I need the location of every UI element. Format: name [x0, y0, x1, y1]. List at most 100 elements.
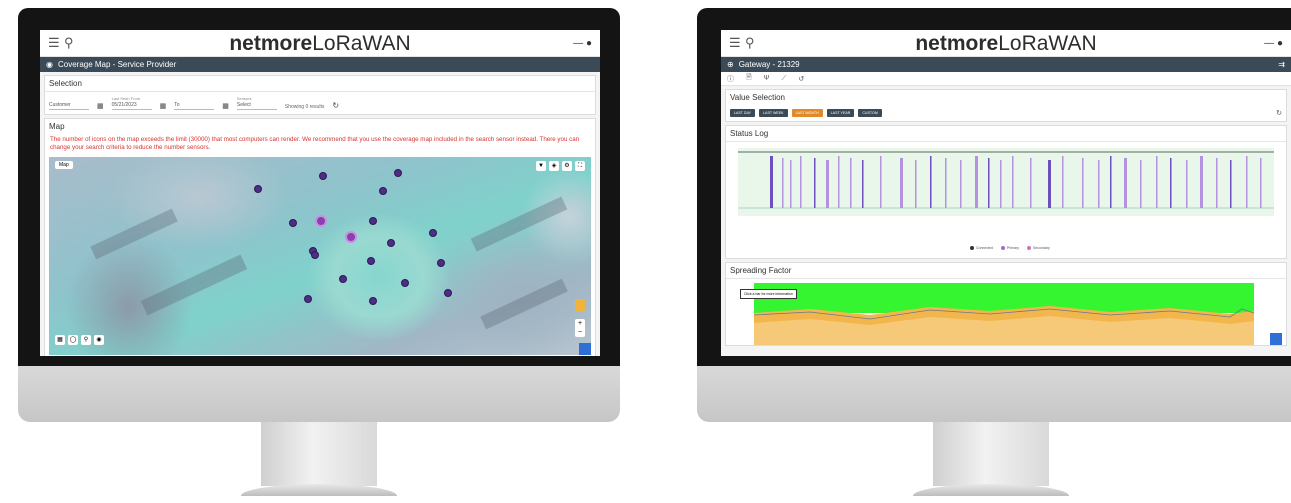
user-menu[interactable]: — ● [1264, 38, 1283, 49]
terrain-ridge [140, 254, 248, 316]
corner-action-button[interactable] [1270, 333, 1282, 345]
map-type-label: Map [59, 162, 69, 168]
terrain-ridge [90, 208, 178, 260]
map-type-button[interactable]: Map [55, 161, 73, 169]
status-bar [1140, 160, 1142, 208]
status-bar [988, 158, 990, 208]
zoom-control[interactable]: + − [575, 319, 585, 337]
sensor-marker[interactable] [289, 219, 297, 227]
status-bar [1048, 160, 1051, 208]
customer-select[interactable]: Customer [49, 96, 89, 110]
refresh-icon[interactable]: ↻ [332, 101, 339, 110]
layers-icon[interactable]: ◈ [549, 161, 559, 171]
monitor-chin [18, 366, 620, 422]
status-bar [826, 160, 829, 208]
history-tab-icon[interactable]: ↺ [798, 75, 804, 83]
sensor-marker[interactable] [369, 297, 377, 305]
sensor-marker-cluster[interactable] [315, 215, 327, 227]
sensor-marker[interactable] [254, 185, 262, 193]
search-icon[interactable]: ⚲ [64, 35, 80, 51]
customer-value: Customer [49, 102, 89, 110]
menu-icon[interactable]: ☰ [729, 35, 745, 51]
fullscreen-icon[interactable]: ⛶ [575, 161, 585, 171]
zoom-in-button[interactable]: + [575, 319, 585, 328]
sensor-marker[interactable] [437, 259, 445, 267]
to-date-field[interactable]: To [174, 96, 215, 110]
info-tab-icon[interactable]: ⓘ [727, 74, 734, 84]
sensor-marker[interactable] [379, 187, 387, 195]
sensor-marker[interactable] [444, 289, 452, 297]
chart-tab-icon[interactable]: ⟋ [782, 75, 787, 83]
last-month-button[interactable]: LAST MONTH [791, 109, 823, 117]
user-menu[interactable]: — ● [573, 38, 592, 49]
status-bar [900, 158, 903, 208]
status-bar [1170, 158, 1172, 208]
sensor-marker[interactable] [311, 251, 319, 259]
search-icon[interactable]: ⚲ [745, 35, 761, 51]
last-seen-from-field[interactable]: Last Seen From 05/21/2023 [111, 96, 152, 110]
legend-primary: Primary [1000, 246, 1019, 250]
selection-row: Customer ▦ Last Seen From 05/21/2023 ▦ T… [45, 92, 595, 114]
status-bar [1000, 160, 1002, 208]
pin-icon[interactable]: ⚲ [81, 335, 91, 345]
sensor-marker-cluster[interactable] [345, 231, 357, 243]
spreading-factor-heading: Spreading Factor [726, 263, 1286, 279]
status-bar [1156, 156, 1158, 208]
legend-secondary-label: Secondary [1033, 245, 1050, 250]
user-name: — [1264, 37, 1277, 49]
zoom-out-button[interactable]: − [575, 328, 585, 337]
status-bar [1012, 156, 1014, 208]
location-icon[interactable]: ◉ [94, 335, 104, 345]
sensor-marker[interactable] [401, 279, 409, 287]
sensor-marker[interactable] [339, 275, 347, 283]
sensor-marker[interactable] [319, 172, 327, 180]
user-icon: ● [585, 37, 592, 49]
status-bar [800, 156, 802, 208]
sensor-marker[interactable] [429, 229, 437, 237]
sensor-marker[interactable] [369, 217, 377, 225]
titlebar-menu-icon[interactable]: ⇉ [1278, 60, 1285, 69]
settings-icon[interactable]: ⚙ [562, 161, 572, 171]
sensor-marker[interactable] [367, 257, 375, 265]
brand-logo: netmoreLoRaWAN [915, 32, 1096, 56]
sensor-marker[interactable] [387, 239, 395, 247]
legend-secondary: Secondary [1027, 246, 1050, 250]
status-bar [1098, 160, 1100, 208]
results-toggle[interactable]: Showing 0 results [285, 104, 324, 110]
status-bar [880, 156, 882, 208]
coverage-map[interactable]: Map ▼ ◈ ⚙ ⛶ + − ▦ ◯ ⚲ ◉ [49, 157, 591, 355]
sensor-marker[interactable] [304, 295, 312, 303]
map-heading: Map [49, 122, 65, 131]
status-bar [1062, 156, 1064, 208]
legend-dot [1027, 246, 1031, 250]
document-tab-icon[interactable]: 🗎 [746, 73, 752, 84]
coverage-map-screen: ☰ ⚲ netmoreLoRaWAN — ● ◉ Coverage Map - … [40, 30, 600, 356]
calendar-icon[interactable]: ▦ [97, 102, 104, 110]
grid-icon[interactable]: ▦ [55, 335, 65, 345]
sensors-select[interactable]: Sensors Select [236, 96, 277, 110]
calendar-icon[interactable]: ▦ [222, 102, 229, 110]
refresh-icon[interactable]: ↻ [1276, 109, 1282, 117]
calendar-icon[interactable]: ▦ [160, 102, 167, 110]
last-year-button[interactable]: LAST YEAR [826, 109, 855, 117]
status-log-chart[interactable]: Connected Primary Secondary [730, 142, 1282, 254]
app-topbar: ☰ ⚲ netmoreLoRaWAN — ● [721, 30, 1291, 57]
corner-action-button[interactable] [579, 343, 591, 355]
last-day-button[interactable]: LAST DAY [730, 109, 756, 117]
brand-bold: netmore [229, 32, 313, 55]
monitor-stand-neck [933, 422, 1049, 486]
user-name: — [573, 37, 586, 49]
antenna-tab-icon[interactable]: Ψ [764, 75, 770, 82]
street-view-icon[interactable] [575, 299, 585, 311]
circle-icon[interactable]: ◯ [68, 335, 78, 345]
filter-icon[interactable]: ▼ [536, 161, 546, 171]
sensor-marker[interactable] [394, 169, 402, 177]
menu-icon[interactable]: ☰ [48, 35, 64, 51]
status-bar [960, 160, 962, 208]
last-week-button[interactable]: LAST WEEK [759, 109, 788, 117]
custom-button[interactable]: CUSTOM [858, 109, 882, 117]
map-top-controls: ▼ ◈ ⚙ ⛶ [536, 161, 585, 171]
selection-panel: Selection Customer ▦ Last Seen From 05/2… [44, 75, 596, 115]
page-title: Coverage Map - Service Provider [57, 60, 177, 69]
spreading-factor-chart[interactable]: Click a bar for more information [730, 279, 1282, 345]
